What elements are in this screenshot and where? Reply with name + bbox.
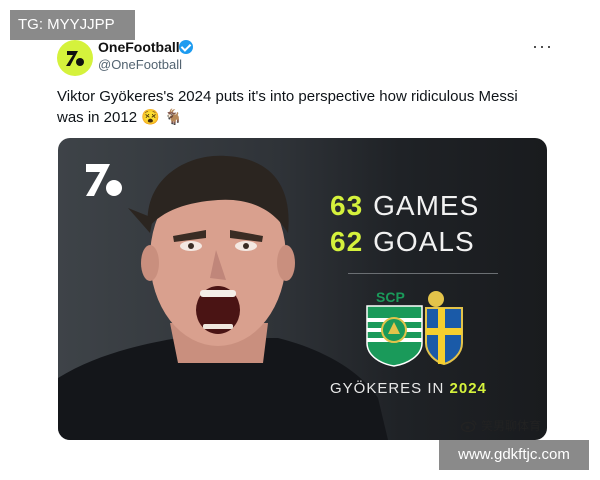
tweet-text: Viktor Gyökeres's 2024 puts it's into pe… xyxy=(57,86,537,128)
more-options-icon[interactable]: ··· xyxy=(532,36,553,57)
onefootball-logo-icon xyxy=(66,51,84,66)
tweet-media-image[interactable]: 63 GAMES 62 GOALS SCP GYÖKERES IN 2024 xyxy=(58,138,547,440)
avatar[interactable] xyxy=(57,40,93,76)
club-and-country-crests-icon: SCP xyxy=(366,289,463,367)
caption: GYÖKERES IN 2024 xyxy=(330,380,487,397)
weibo-label: 笑男聊体育 xyxy=(481,419,542,433)
caption-year: 2024 xyxy=(449,380,487,397)
goals-label: GOALS xyxy=(373,226,475,257)
goals-number: 62 xyxy=(330,226,364,257)
tweet-text-line-2: was in 2012 😵 🐐 xyxy=(57,109,183,126)
tweet-text-line-1: Viktor Gyökeres's 2024 puts it's into pe… xyxy=(57,88,518,105)
site-watermark: www.gdkftjc.com xyxy=(439,440,589,470)
handle[interactable]: @OneFootball xyxy=(98,57,182,72)
tweet-card: OneFootball @OneFootball ··· Viktor Gyök… xyxy=(0,0,600,480)
goals-stat: 62 GOALS xyxy=(330,226,475,258)
crest-scp-text: SCP xyxy=(376,289,405,305)
weibo-watermark: 笑男聊体育 xyxy=(461,417,541,434)
verified-badge-icon xyxy=(179,40,193,54)
games-stat: 63 GAMES xyxy=(330,190,479,222)
onefootball-watermark-icon xyxy=(86,164,122,196)
games-number: 63 xyxy=(330,190,364,221)
caption-main: GYÖKERES IN xyxy=(330,380,450,397)
games-label: GAMES xyxy=(373,190,480,221)
telegram-watermark: TG: MYYJJPP xyxy=(10,10,135,40)
weibo-icon xyxy=(461,420,477,432)
stat-divider xyxy=(348,273,498,274)
display-name[interactable]: OneFootball xyxy=(98,39,180,55)
